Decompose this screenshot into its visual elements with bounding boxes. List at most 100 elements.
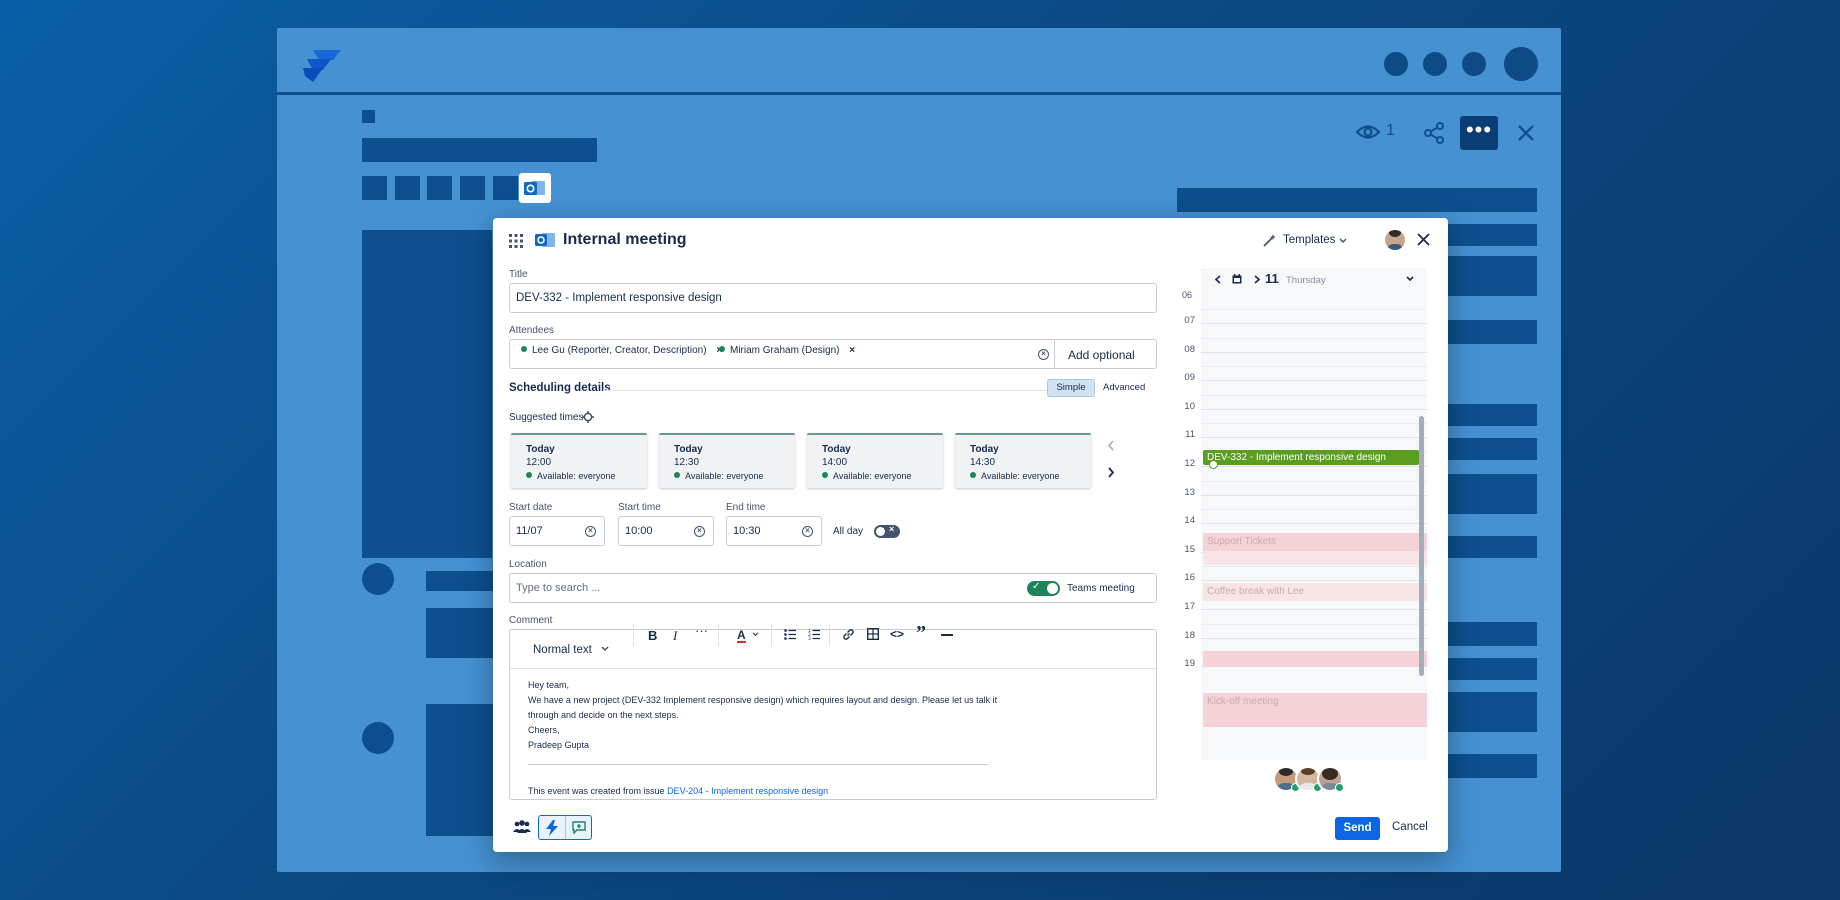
clear-start-time-icon[interactable]: × — [694, 526, 705, 537]
mode-advanced-button[interactable]: Advanced — [1103, 382, 1145, 393]
hour-gridline — [1201, 637, 1427, 639]
end-time-input[interactable]: 10:30 × — [726, 516, 822, 546]
suggested-slot-3[interactable]: Today 14:00 Available: everyone — [807, 433, 943, 488]
start-time-value: 10:00 — [625, 525, 653, 537]
chevron-right-icon[interactable] — [1107, 467, 1115, 478]
calendar-today-icon[interactable] — [1232, 274, 1242, 284]
divider-icon[interactable] — [941, 634, 953, 636]
outlook-icon — [535, 233, 555, 247]
clear-end-time-icon[interactable]: × — [802, 526, 813, 537]
title-label: Title — [509, 269, 528, 280]
side-block-9 — [1448, 622, 1537, 646]
attendees-input[interactable]: Add optional Lee Gu (Reporter, Creator, … — [509, 339, 1157, 369]
side-block-4 — [1448, 320, 1537, 344]
attendee-chip-2[interactable]: Miriam Graham (Design) × — [719, 345, 855, 356]
comment-line-5: Pradeep Gupta — [528, 740, 590, 750]
mode-simple-button[interactable]: Simple — [1047, 379, 1095, 397]
gear-icon[interactable] — [582, 411, 594, 423]
start-date-label: Start date — [509, 502, 553, 513]
lightning-icon[interactable] — [545, 820, 559, 836]
teams-meeting-toggle[interactable]: ✓ — [1027, 581, 1060, 596]
quote-icon[interactable]: ” — [916, 622, 926, 645]
location-label: Location — [509, 559, 547, 570]
numbered-list-icon[interactable]: 123 — [808, 629, 820, 640]
text-style-label: Normal text — [533, 644, 592, 656]
action-block-4[interactable] — [460, 176, 485, 200]
calendar-scrollbar[interactable] — [1419, 416, 1424, 676]
hour-gridline — [1201, 351, 1427, 353]
outlook-app-icon[interactable] — [519, 173, 551, 203]
event-coffee-break[interactable]: Coffee break with Lee — [1203, 583, 1427, 601]
grid-icon[interactable] — [509, 234, 523, 248]
close-issue-icon[interactable] — [1517, 124, 1535, 142]
chevron-down-icon[interactable] — [1406, 276, 1414, 282]
text-color-button[interactable]: A — [737, 626, 759, 644]
content-block-left — [362, 230, 492, 558]
magic-wand-icon — [1263, 234, 1276, 247]
organizer-avatar[interactable] — [1385, 230, 1405, 250]
italic-icon[interactable]: I — [673, 628, 677, 644]
location-input[interactable]: Type to search ... ✓ Teams meeting — [509, 573, 1157, 603]
event-kickoff-meeting[interactable]: Kick-off meeting — [1203, 693, 1427, 727]
user-avatar[interactable] — [1504, 47, 1538, 81]
viewer-count: 1 — [1386, 122, 1395, 139]
text-style-dropdown[interactable]: Normal text — [533, 644, 609, 656]
suggested-slot-4[interactable]: Today 14:30 Available: everyone — [955, 433, 1091, 488]
add-optional-button[interactable]: Add optional — [1055, 339, 1157, 369]
start-time-input[interactable]: 10:00 × — [618, 516, 714, 546]
event-current-meeting[interactable]: DEV-332 - Implement responsive design — [1203, 450, 1419, 469]
suggested-slot-2[interactable]: Today 12:30 Available: everyone — [659, 433, 795, 488]
clear-attendees-icon[interactable]: × — [1038, 349, 1049, 360]
chevron-left-icon[interactable] — [1215, 275, 1221, 284]
attendee-chip-2-label: Miriam Graham (Design) — [730, 345, 840, 356]
suggested-slot-1[interactable]: Today 12:00 Available: everyone — [511, 433, 647, 488]
side-block-10 — [1448, 658, 1537, 680]
event-unnamed[interactable] — [1203, 651, 1427, 667]
table-icon[interactable] — [867, 628, 879, 640]
slot-availability: Available: everyone — [674, 471, 763, 481]
event-resize-handle[interactable] — [1209, 460, 1218, 469]
remove-chip-icon[interactable]: × — [849, 345, 855, 356]
svg-text:3: 3 — [808, 636, 811, 640]
hour-label: 14 — [1184, 515, 1195, 527]
slot-time: 12:00 — [526, 457, 552, 468]
start-date-input[interactable]: 11/07 × — [509, 516, 605, 546]
action-block-3[interactable] — [427, 176, 452, 200]
more-actions-button[interactable]: ••• — [1460, 116, 1498, 150]
people-icon[interactable] — [513, 820, 531, 834]
share-icon[interactable] — [1423, 122, 1445, 144]
all-day-toggle[interactable]: × — [874, 524, 900, 538]
event-support-tickets[interactable]: Support Tickets — [1203, 533, 1427, 551]
close-icon[interactable] — [1417, 233, 1430, 246]
code-icon[interactable]: <> — [890, 627, 904, 641]
toolbar-dot-2[interactable] — [1423, 52, 1447, 76]
feedback-icon[interactable] — [572, 821, 586, 834]
toolbar-dot-3[interactable] — [1462, 52, 1486, 76]
teams-meeting-label: Teams meeting — [1067, 583, 1135, 594]
bullet-list-icon[interactable] — [784, 629, 796, 640]
bold-icon[interactable]: B — [648, 628, 657, 643]
action-block-2[interactable] — [395, 176, 420, 200]
calendar-day-view[interactable]: 07 08 09 10 11 12 13 14 15 16 17 18 19 06 DEV-332 - … — [1179, 290, 1427, 760]
link-icon[interactable] — [842, 628, 855, 641]
title-input[interactable]: DEV-332 - Implement responsive design — [509, 283, 1157, 313]
side-block-5 — [1448, 404, 1537, 426]
slot-day: Today — [674, 444, 703, 455]
toolbar-dot-1[interactable] — [1384, 52, 1408, 76]
send-button[interactable]: Send — [1335, 817, 1380, 840]
cancel-button[interactable]: Cancel — [1392, 821, 1428, 833]
attendee-chip-1[interactable]: Lee Gu (Reporter, Creator, Description) … — [521, 345, 722, 356]
action-block-1[interactable] — [362, 176, 387, 200]
more-formatting-icon[interactable]: ··· — [695, 623, 708, 638]
issue-link[interactable]: DEV-204 - Implement responsive design — [667, 786, 828, 796]
hour-gridline — [1201, 408, 1427, 410]
hour-gridline — [1201, 380, 1427, 382]
hour-gridline — [1201, 580, 1427, 582]
chevron-left-icon[interactable] — [1107, 440, 1115, 451]
eye-icon[interactable] — [1356, 123, 1380, 141]
chevron-right-icon[interactable] — [1254, 275, 1260, 284]
action-block-5[interactable] — [493, 176, 518, 200]
issue-title-block — [362, 138, 597, 162]
scheduling-divider — [603, 390, 1049, 391]
clear-start-date-icon[interactable]: × — [585, 526, 596, 537]
